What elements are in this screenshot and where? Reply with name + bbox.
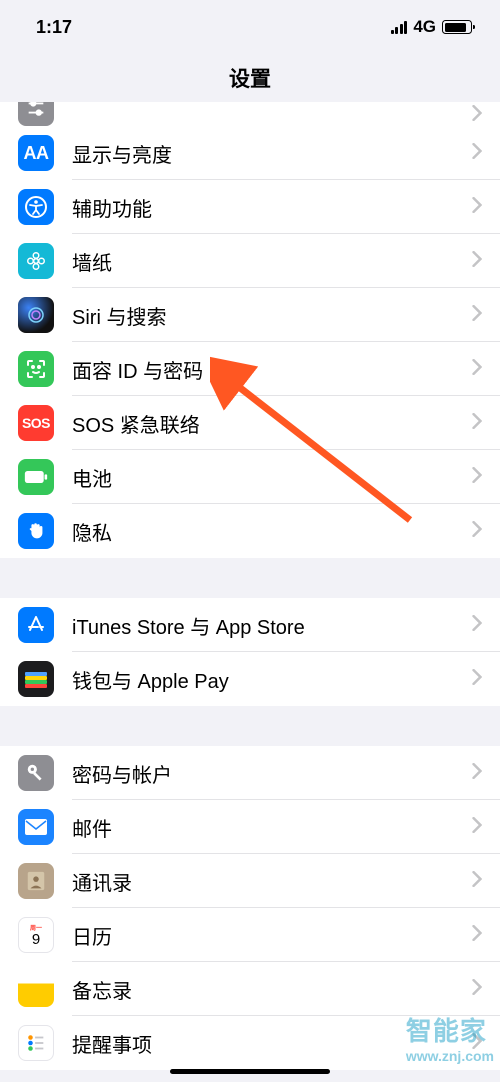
page-title: 设置 xyxy=(0,54,500,102)
contacts-icon xyxy=(18,863,54,899)
settings-row-appstore[interactable]: iTunes Store 与 App Store xyxy=(0,598,500,652)
settings-row-notes[interactable]: 备忘录 xyxy=(0,962,500,1016)
notes-icon xyxy=(18,971,54,1007)
watermark: 智能家 www.znj.com xyxy=(406,1011,494,1064)
chevron-right-icon xyxy=(472,413,482,434)
status-time: 1:17 xyxy=(36,17,72,38)
status-bar: 1:17 4G xyxy=(0,0,500,54)
reminders-icon xyxy=(18,1025,54,1061)
chevron-right-icon xyxy=(472,305,482,326)
row-label: 密码与帐户 xyxy=(72,759,472,788)
chevron-right-icon xyxy=(472,143,482,164)
settings-group: iTunes Store 与 App Store 钱包与 Apple Pay xyxy=(0,598,500,706)
row-label: 钱包与 Apple Pay xyxy=(72,665,472,694)
privacy-icon xyxy=(18,513,54,549)
settings-row-passwords[interactable]: 密码与帐户 xyxy=(0,746,500,800)
sos-icon: SOS xyxy=(18,405,54,441)
settings-row-faceid[interactable]: 面容 ID 与密码 xyxy=(0,342,500,396)
settings-list[interactable]: AA 显示与亮度辅助功能墙纸 Siri 与搜索面容 ID 与密码 SOS SOS 紧急联… xyxy=(0,102,500,1070)
settings-row-contacts[interactable]: 通讯录 xyxy=(0,854,500,908)
siri-icon xyxy=(18,297,54,333)
settings-row-calendar[interactable]: 周一9 日历 xyxy=(0,908,500,962)
settings-row-accessibility[interactable]: 辅助功能 xyxy=(0,180,500,234)
control-center-icon xyxy=(18,102,54,126)
row-label: SOS 紧急联络 xyxy=(72,409,472,438)
row-label: 邮件 xyxy=(72,813,472,842)
chevron-right-icon xyxy=(472,763,482,784)
settings-group: AA 显示与亮度辅助功能墙纸 Siri 与搜索面容 ID 与密码 SOS SOS 紧急联… xyxy=(0,102,500,558)
chevron-right-icon xyxy=(472,979,482,1000)
accessibility-icon xyxy=(18,189,54,225)
battery-icon xyxy=(442,20,472,34)
row-label: 电池 xyxy=(72,463,472,492)
chevron-right-icon xyxy=(472,105,482,126)
chevron-right-icon xyxy=(472,251,482,272)
settings-row-privacy[interactable]: 隐私 xyxy=(0,504,500,558)
settings-row-sos[interactable]: SOS SOS 紧急联络 xyxy=(0,396,500,450)
chevron-right-icon xyxy=(472,197,482,218)
chevron-right-icon xyxy=(472,467,482,488)
mail-icon xyxy=(18,809,54,845)
chevron-right-icon xyxy=(472,669,482,690)
settings-row-display[interactable]: AA 显示与亮度 xyxy=(0,126,500,180)
network-label: 4G xyxy=(413,17,436,37)
faceid-icon xyxy=(18,351,54,387)
row-label: 隐私 xyxy=(72,517,472,546)
group-separator xyxy=(0,706,500,746)
row-label: 备忘录 xyxy=(72,975,472,1004)
battery-icon xyxy=(18,459,54,495)
chevron-right-icon xyxy=(472,871,482,892)
chevron-right-icon xyxy=(472,521,482,542)
settings-row-wallet[interactable]: 钱包与 Apple Pay xyxy=(0,652,500,706)
wallpaper-icon xyxy=(18,243,54,279)
row-label: Siri 与搜索 xyxy=(72,301,472,330)
row-label: 辅助功能 xyxy=(72,193,472,222)
chevron-right-icon xyxy=(472,925,482,946)
appstore-icon xyxy=(18,607,54,643)
home-indicator xyxy=(170,1069,330,1074)
group-separator xyxy=(0,558,500,598)
row-label: 显示与亮度 xyxy=(72,139,472,168)
row-label: 面容 ID 与密码 xyxy=(72,355,472,384)
chevron-right-icon xyxy=(472,817,482,838)
svg-text:9: 9 xyxy=(32,931,40,948)
row-label: 墙纸 xyxy=(72,247,472,276)
settings-row-siri[interactable]: Siri 与搜索 xyxy=(0,288,500,342)
calendar-icon: 周一9 xyxy=(18,917,54,953)
settings-row-control-center[interactable] xyxy=(0,102,500,126)
row-label: 通讯录 xyxy=(72,867,472,896)
wallet-icon xyxy=(18,661,54,697)
chevron-right-icon xyxy=(472,359,482,380)
settings-row-wallpaper[interactable]: 墙纸 xyxy=(0,234,500,288)
status-right: 4G xyxy=(391,17,472,37)
settings-row-mail[interactable]: 邮件 xyxy=(0,800,500,854)
chevron-right-icon xyxy=(472,615,482,636)
display-icon: AA xyxy=(18,135,54,171)
passwords-icon xyxy=(18,755,54,791)
row-label: iTunes Store 与 App Store xyxy=(72,611,472,640)
settings-row-battery[interactable]: 电池 xyxy=(0,450,500,504)
signal-icon xyxy=(391,21,408,34)
row-label: 日历 xyxy=(72,921,472,950)
